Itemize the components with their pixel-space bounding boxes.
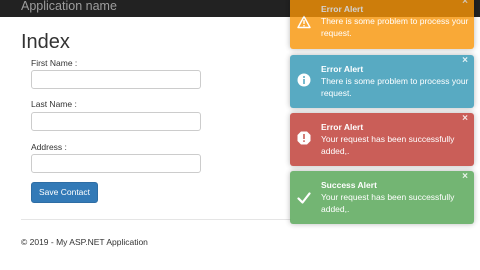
close-icon[interactable]: × (462, 172, 468, 182)
save-contact-button[interactable]: Save Contact (31, 182, 98, 203)
address-label: Address : (31, 142, 67, 152)
last-name-label: Last Name : (31, 99, 77, 109)
page-title: Index (21, 31, 70, 53)
toast-message: Your request has been successfully added… (321, 192, 455, 214)
toast-info[interactable]: Error Alert There is some problem to pro… (290, 55, 474, 108)
error-icon (297, 131, 311, 145)
toast-title: Error Alert (321, 64, 364, 74)
toast-message: There is some problem to process your re… (321, 76, 469, 98)
navbar-brand[interactable]: Application name (21, 0, 117, 12)
toast-message: There is some problem to process your re… (321, 16, 469, 38)
address-input[interactable] (31, 154, 201, 173)
warning-icon (297, 15, 311, 29)
first-name-input[interactable] (31, 70, 201, 89)
footer-divider (21, 219, 291, 220)
first-name-label: First Name : (31, 58, 78, 68)
toast-title: Error Alert (321, 4, 364, 14)
footer-text: © 2019 - My ASP.NET Application (21, 237, 148, 247)
toast-warning[interactable]: Error Alert There is some problem to pro… (290, 0, 474, 49)
info-icon (297, 73, 311, 87)
checkmark-icon (297, 191, 311, 205)
toast-error[interactable]: Error Alert Your request has been succes… (290, 113, 474, 166)
toast-title: Error Alert (321, 122, 364, 132)
last-name-input[interactable] (31, 112, 201, 131)
close-icon[interactable]: × (462, 56, 468, 66)
toast-success[interactable]: Success Alert Your request has been succ… (290, 171, 474, 224)
close-icon[interactable]: × (462, 114, 468, 124)
toast-title: Success Alert (321, 180, 377, 190)
close-icon[interactable]: × (462, 0, 468, 7)
toast-message: Your request has been successfully added… (321, 134, 455, 156)
